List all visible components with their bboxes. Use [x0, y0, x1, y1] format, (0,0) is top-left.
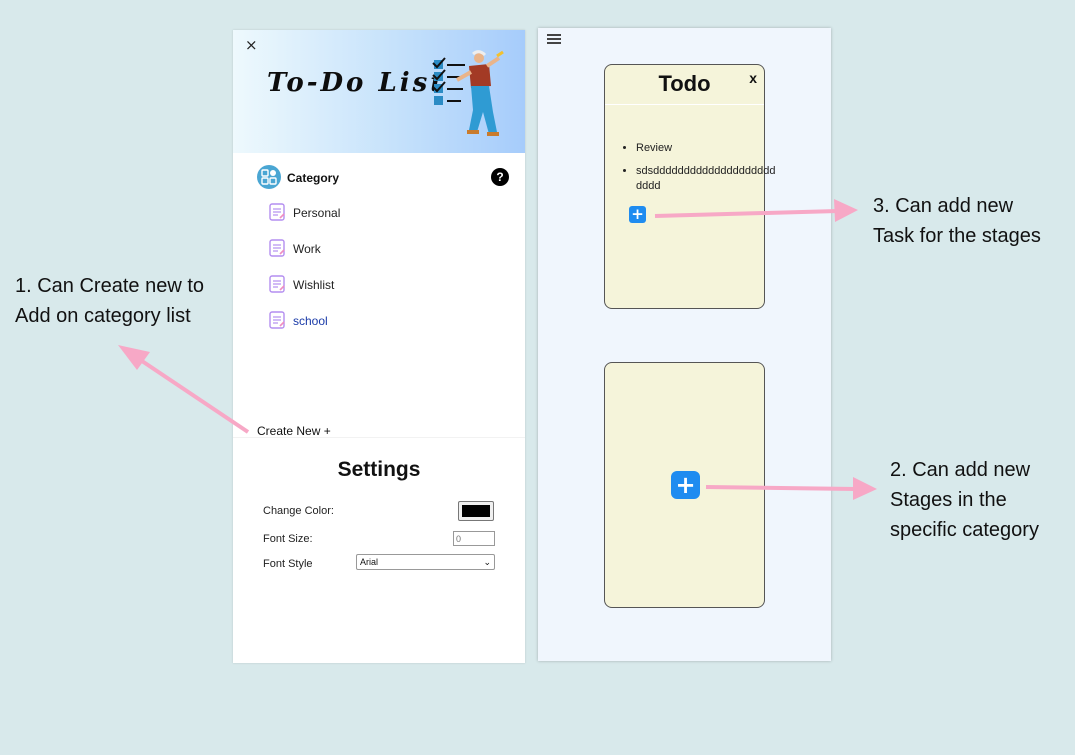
annotation-line: 2. Can add new: [890, 459, 1031, 481]
annotation-line: Add on category list: [15, 305, 191, 327]
arrow-note-2: [705, 477, 877, 500]
arrow-note-3: [654, 199, 858, 222]
annotation-line: 1. Can Create new to: [15, 275, 204, 297]
annotation-add-task: 3. Can add new Task for the stages: [873, 191, 1041, 251]
annotation-arrows: [118, 199, 877, 500]
annotation-line: 3. Can add new: [873, 195, 1014, 217]
annotation-line: Stages in the: [890, 489, 1007, 511]
annotation-add-stage: 2. Can add new Stages in the specific ca…: [890, 455, 1039, 545]
annotation-create-category: 1. Can Create new to Add on category lis…: [15, 271, 204, 331]
annotation-line: specific category: [890, 519, 1039, 541]
annotation-line: Task for the stages: [873, 225, 1041, 247]
arrow-note-1: [118, 345, 250, 434]
